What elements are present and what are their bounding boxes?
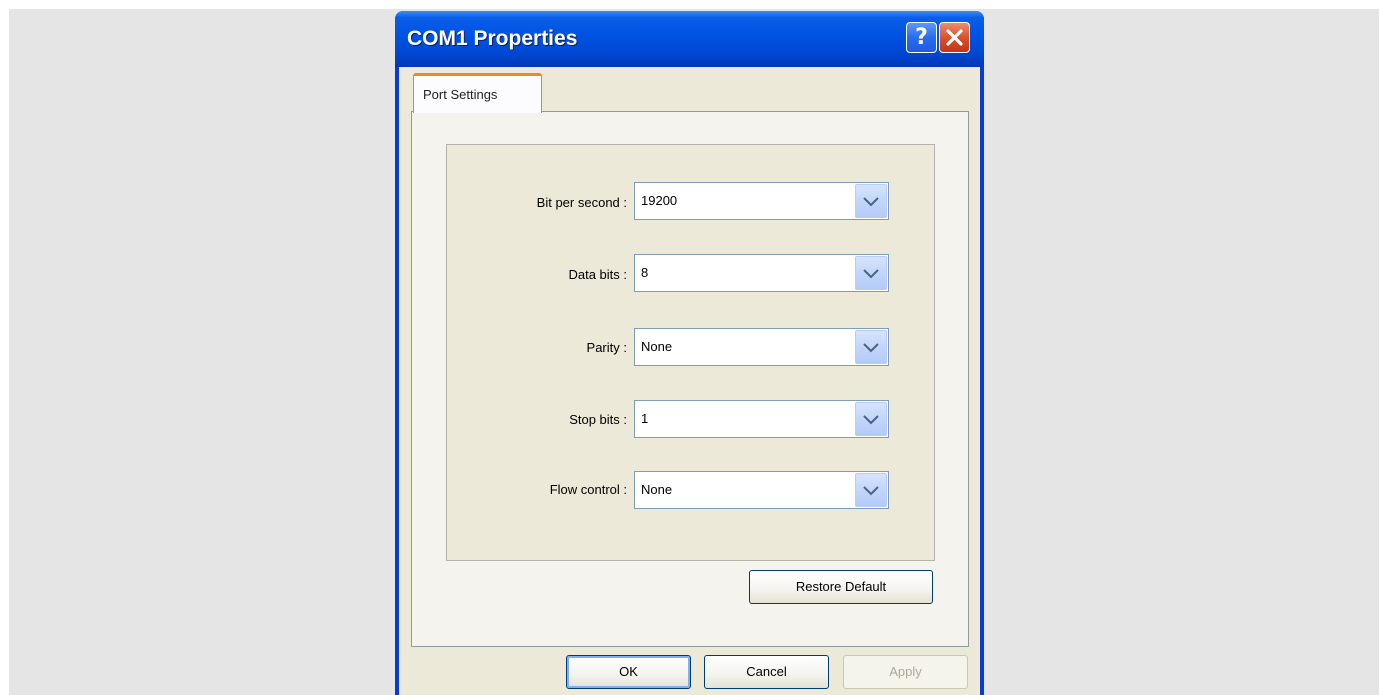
- stop-bits-dropdown-button[interactable]: [855, 402, 887, 436]
- stop-bits-dropdown[interactable]: 1: [634, 400, 889, 438]
- parity-label: Parity :: [586, 340, 627, 355]
- apply-button[interactable]: Apply: [843, 655, 968, 689]
- flow-control-dropdown-button[interactable]: [855, 473, 887, 507]
- bits-per-second-value: 19200: [641, 193, 678, 208]
- data-bits-label: Data bits :: [568, 267, 627, 282]
- help-icon: ?: [915, 25, 928, 50]
- ok-button[interactable]: OK: [566, 655, 691, 689]
- flow-control-label: Flow control :: [549, 482, 627, 497]
- parity-dropdown[interactable]: None: [634, 328, 889, 366]
- dialog-title: COM1 Properties: [407, 27, 578, 50]
- bits-per-second-dropdown[interactable]: 19200: [634, 182, 889, 220]
- data-bits-dropdown-button[interactable]: [855, 256, 887, 290]
- chevron-down-icon: [863, 415, 879, 425]
- help-button[interactable]: ?: [906, 22, 937, 53]
- backdrop-top: [0, 0, 1379, 9]
- bits-per-second-label: Bit per second :: [536, 195, 627, 210]
- close-icon: [946, 29, 963, 46]
- backdrop-left: [0, 0, 9, 695]
- cancel-button[interactable]: Cancel: [704, 655, 829, 689]
- chevron-down-icon: [863, 197, 879, 207]
- chevron-down-icon: [863, 486, 879, 496]
- bits-per-second-dropdown-button[interactable]: [855, 184, 887, 218]
- restore-default-button[interactable]: Restore Default: [749, 570, 933, 604]
- flow-control-value: None: [641, 482, 673, 497]
- parity-value: None: [641, 339, 673, 354]
- chevron-down-icon: [863, 269, 879, 279]
- close-button[interactable]: [939, 22, 970, 53]
- data-bits-value: 8: [641, 265, 649, 280]
- chevron-down-icon: [863, 343, 879, 353]
- data-bits-dropdown[interactable]: 8: [634, 254, 889, 292]
- tab-port-settings[interactable]: Port Settings: [413, 73, 542, 113]
- tab-port-settings-label: Port Settings: [423, 87, 498, 102]
- stop-bits-label: Stop bits :: [569, 412, 627, 427]
- stop-bits-value: 1: [641, 411, 649, 426]
- parity-dropdown-button[interactable]: [855, 330, 887, 364]
- title-bar[interactable]: COM1 Properties ?: [395, 11, 984, 67]
- flow-control-dropdown[interactable]: None: [634, 471, 889, 509]
